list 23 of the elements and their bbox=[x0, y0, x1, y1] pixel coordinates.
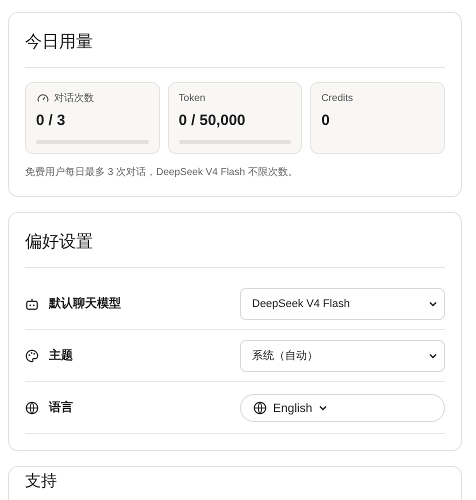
select-field[interactable]: DeepSeek V4 Flash bbox=[240, 288, 445, 320]
globe-icon bbox=[253, 400, 267, 414]
language-value: English bbox=[273, 400, 312, 414]
robot-icon bbox=[25, 296, 39, 310]
select-value: DeepSeek V4 Flash bbox=[252, 298, 350, 310]
stat-value: 0 / 50,000 bbox=[178, 112, 246, 129]
globe-icon bbox=[25, 400, 39, 414]
setting-label: 主题 bbox=[49, 347, 73, 364]
setting-label: 语言 bbox=[49, 399, 73, 416]
select-field[interactable]: 系统（自动） bbox=[240, 340, 445, 372]
stat-label: 对话次数 bbox=[54, 92, 94, 106]
stat-value: 0 bbox=[321, 112, 331, 129]
palette-icon bbox=[25, 348, 39, 362]
setting-label: 默认聊天模型 bbox=[49, 295, 121, 312]
stat-label: Credits bbox=[321, 92, 354, 106]
usage-note: 免费用户每日最多 3 次对话，DeepSeek V4 Flash 不限次数。 bbox=[25, 166, 299, 180]
stat-label: Token bbox=[178, 92, 206, 106]
card-title: 偏好设置 bbox=[25, 213, 445, 268]
select-value: 系统（自动） bbox=[252, 348, 318, 363]
stat-value: 0 / 3 bbox=[36, 112, 66, 129]
card-title: 今日用量 bbox=[25, 13, 445, 68]
card-title: 支持 bbox=[25, 472, 58, 492]
language-button[interactable]: English bbox=[240, 394, 445, 422]
